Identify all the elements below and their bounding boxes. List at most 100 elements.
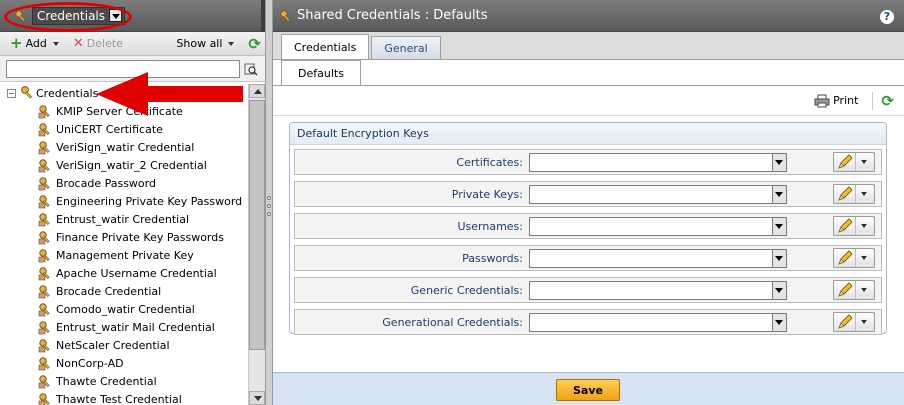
tree-item[interactable]: NetScaler Credential: [0, 336, 248, 354]
chevron-down-icon: [861, 288, 867, 292]
credentials-tree: − Credentials KMIP Server Certificate Uni…: [0, 84, 248, 405]
tree-item[interactable]: KMIP Server Certificate: [0, 102, 248, 120]
encryption-key-row: Generic Credentials:: [294, 277, 882, 303]
scroll-up-icon[interactable]: [249, 84, 265, 98]
tree-item-label: Management Private Key: [56, 248, 194, 262]
pencil-icon: [834, 217, 856, 235]
chevron-down-icon[interactable]: [772, 249, 786, 267]
tree-item-label: Thawte Test Credential: [56, 392, 182, 405]
tree-item[interactable]: Comodo_watir Credential: [0, 300, 248, 318]
search-icon[interactable]: [244, 62, 258, 76]
tree-root-credentials[interactable]: − Credentials: [0, 84, 248, 102]
search-input[interactable]: [6, 59, 240, 78]
encryption-key-row: Certificates:: [294, 149, 882, 175]
encryption-key-row: Private Keys:: [294, 181, 882, 207]
edit-button[interactable]: [833, 280, 875, 300]
scroll-thumb[interactable]: [249, 100, 265, 350]
pencil-icon: [834, 185, 856, 203]
chevron-down-icon: [861, 224, 867, 228]
add-label: Add: [25, 37, 47, 50]
key-icon: [38, 267, 50, 281]
pencil-icon: [834, 153, 856, 171]
encryption-key-select[interactable]: [529, 216, 787, 236]
chevron-down-icon[interactable]: [772, 281, 786, 299]
encryption-key-select[interactable]: [529, 152, 787, 172]
pencil-icon: [834, 281, 856, 299]
help-icon[interactable]: ?: [880, 10, 894, 24]
pencil-icon: [834, 313, 856, 331]
key-icon: [38, 321, 50, 335]
tree-item[interactable]: Thawte Test Credential: [0, 390, 248, 405]
encryption-key-select[interactable]: [529, 312, 787, 332]
edit-button[interactable]: [833, 216, 875, 236]
tree-item-label: Apache Username Credential: [56, 266, 217, 280]
tree-scrollbar[interactable]: [248, 84, 265, 405]
chevron-down-icon[interactable]: [109, 9, 123, 22]
key-icon: [38, 177, 50, 191]
default-encryption-keys-fieldset: Default Encryption Keys Certificates: Pri…: [289, 122, 887, 335]
tree-root-label: Credentials: [36, 86, 99, 100]
tree-item[interactable]: Engineering Private Key Password: [0, 192, 248, 210]
key-icon: [38, 213, 50, 227]
tree-item[interactable]: Brocade Credential: [0, 282, 248, 300]
tree-item-label: VeriSign_watir_2 Credential: [56, 158, 207, 172]
tree-item-label: UniCERT Certificate: [56, 122, 163, 136]
refresh-icon[interactable]: ⟳: [872, 91, 894, 110]
refresh-icon[interactable]: ⟳: [248, 35, 261, 53]
tree-item[interactable]: Apache Username Credential: [0, 264, 248, 282]
chevron-down-icon[interactable]: [772, 217, 786, 235]
chevron-down-icon[interactable]: [772, 185, 786, 203]
edit-button[interactable]: [833, 152, 875, 172]
show-all-dropdown[interactable]: Show all: [176, 37, 235, 50]
key-icon: [38, 195, 50, 209]
tab-defaults[interactable]: Defaults: [281, 60, 361, 85]
chevron-down-icon: [228, 41, 235, 46]
key-icon: [38, 303, 50, 317]
x-icon: ✕: [72, 36, 84, 51]
tree-item[interactable]: UniCERT Certificate: [0, 120, 248, 138]
print-button[interactable]: Print: [814, 94, 858, 108]
credentials-selector[interactable]: Credentials: [32, 6, 126, 25]
credentials-key-icon: [15, 9, 26, 22]
left-panel-header: Credentials: [0, 0, 265, 32]
tree-item[interactable]: NonCorp-AD: [0, 354, 248, 372]
encryption-key-label: Certificates:: [456, 155, 523, 169]
tree-item[interactable]: Brocade Password: [0, 174, 248, 192]
tree-item[interactable]: Management Private Key: [0, 246, 248, 264]
encryption-key-select[interactable]: [529, 280, 787, 300]
page-title: Shared Credentials : Defaults: [297, 8, 488, 23]
add-button[interactable]: + Add: [10, 36, 59, 51]
key-icon: [38, 339, 50, 353]
chevron-down-icon[interactable]: [772, 313, 786, 331]
encryption-key-label: Passwords:: [462, 251, 523, 265]
edit-button[interactable]: [833, 248, 875, 268]
chevron-down-icon[interactable]: [772, 153, 786, 171]
tree-item-label: NetScaler Credential: [56, 338, 170, 352]
encryption-key-row: Usernames:: [294, 213, 882, 239]
save-button[interactable]: Save: [556, 379, 620, 401]
encryption-key-select[interactable]: [529, 248, 787, 268]
edit-button[interactable]: [833, 184, 875, 204]
left-toolbar: + Add ✕ Delete Show all ⟳: [0, 32, 265, 56]
tab-credentials[interactable]: Credentials: [281, 34, 370, 59]
key-icon: [38, 285, 50, 299]
scroll-down-icon[interactable]: [249, 391, 265, 405]
collapse-icon[interactable]: −: [7, 88, 16, 98]
tree-item[interactable]: Thawte Credential: [0, 372, 248, 390]
tree-item[interactable]: Finance Private Key Passwords: [0, 228, 248, 246]
encryption-key-label: Usernames:: [457, 219, 523, 233]
key-icon: [38, 375, 50, 389]
tab-general[interactable]: General: [371, 36, 441, 59]
key-icon: [38, 141, 50, 155]
splitter-handle[interactable]: [267, 196, 271, 224]
chevron-down-icon: [861, 256, 867, 260]
tree-item[interactable]: Entrust_watir Credential: [0, 210, 248, 228]
delete-button[interactable]: ✕ Delete: [73, 36, 123, 51]
tree-item[interactable]: VeriSign_watir Credential: [0, 138, 248, 156]
tree-item[interactable]: VeriSign_watir_2 Credential: [0, 156, 248, 174]
show-all-label: Show all: [176, 37, 223, 50]
tree-item[interactable]: Entrust_watir Mail Credential: [0, 318, 248, 336]
encryption-key-select[interactable]: [529, 184, 787, 204]
edit-button[interactable]: [833, 312, 875, 332]
right-panel-header: Shared Credentials : Defaults ?: [273, 0, 904, 32]
